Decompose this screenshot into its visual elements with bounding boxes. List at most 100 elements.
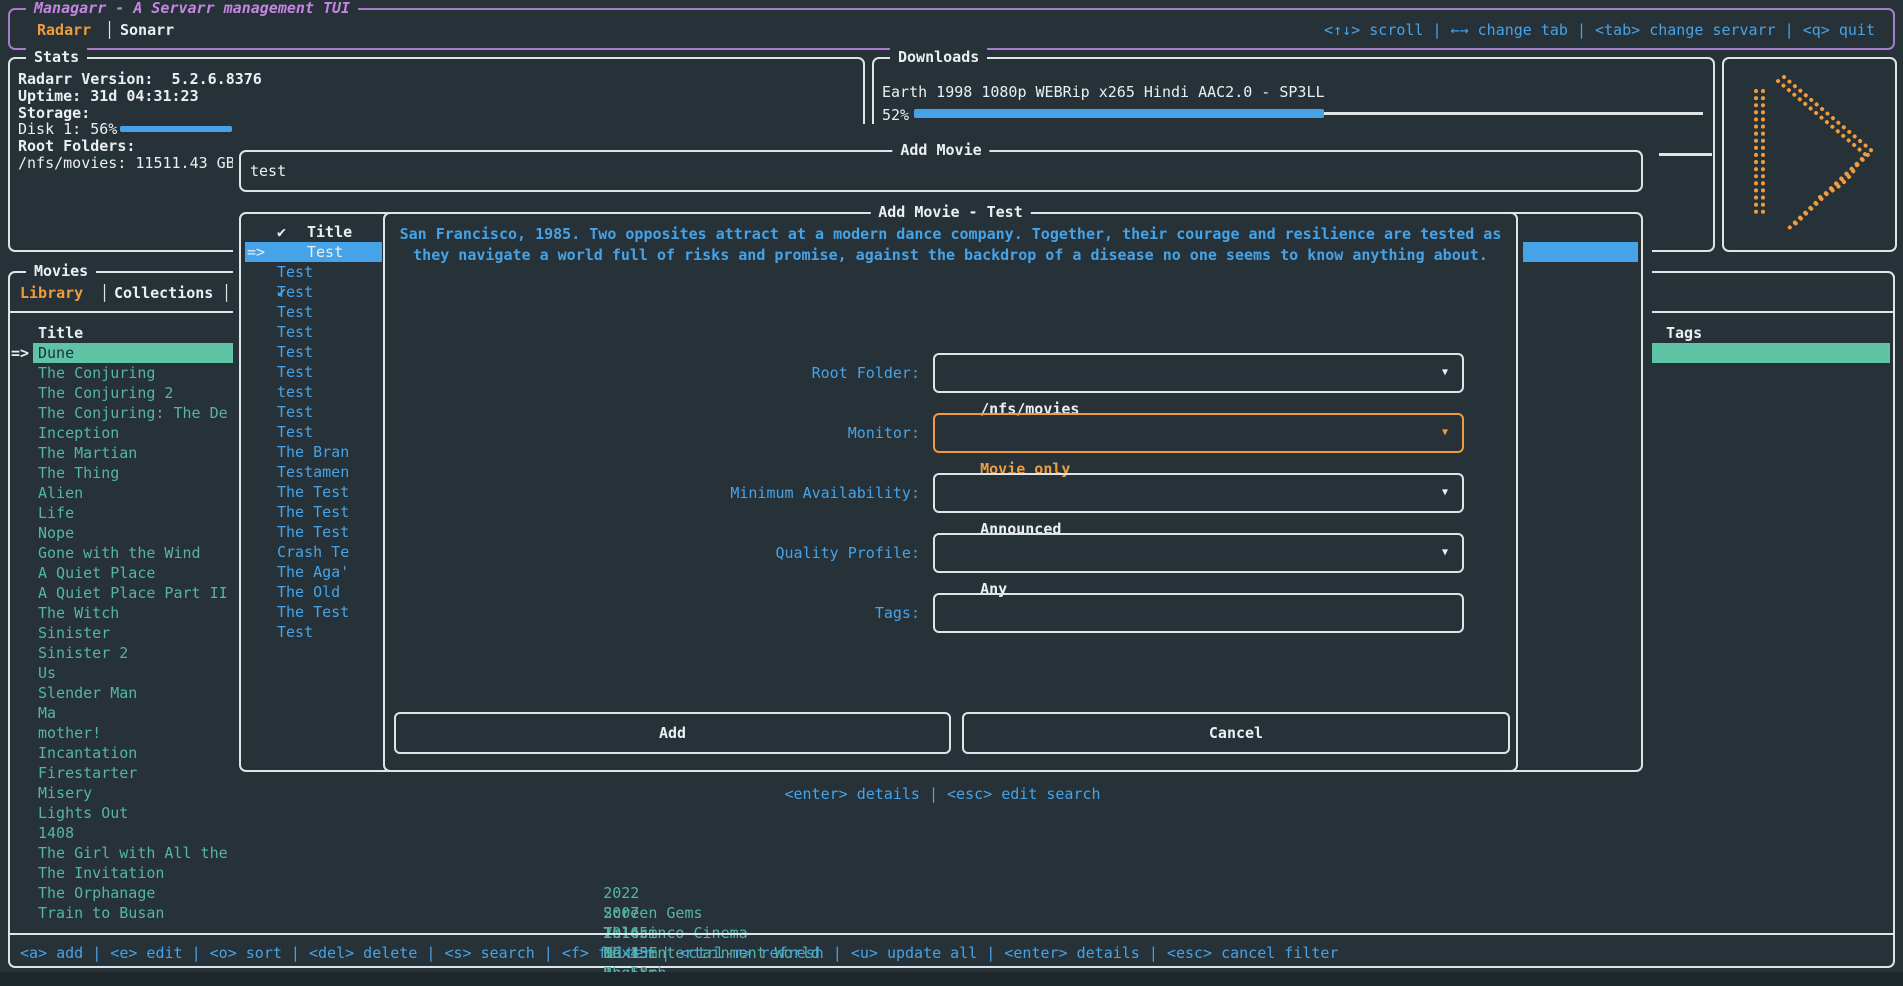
result-title: The Old [277,582,340,602]
result-title: Testamen [277,462,349,482]
collections-tab-divider: │ [222,283,231,303]
result-title: Test [277,622,313,642]
monitored-check-icon [247,322,277,342]
monitored-check-icon [247,422,277,442]
result-title: Test [277,422,313,442]
monitored-check-icon [247,362,277,382]
movie-list-item[interactable]: A Quiet Place Part II [38,583,230,603]
quality-profile-label: Quality Profile: [395,533,920,573]
search-results-list: Test ✔ Test Test Test Test Test test [247,262,381,652]
monitor-dropdown[interactable]: Movie only ▼ [933,413,1464,453]
result-title: Test [277,322,313,342]
tab-radarr[interactable]: Radarr [37,21,91,39]
movie-list-item[interactable]: A Quiet Place [38,563,230,583]
tab-sonarr[interactable]: Sonarr [120,21,174,39]
movie-list-item[interactable]: Inception [38,423,230,443]
movie-list-item[interactable]: Firestarter [38,763,230,783]
movie-year: 2007 [603,903,687,923]
search-result-row[interactable]: test [247,382,381,402]
movie-list-item[interactable]: The Conjuring: The De [38,403,230,423]
downloads-title: Downloads [890,48,987,66]
movie-list-item[interactable]: The Orphanage [38,883,230,903]
movie-list-item[interactable]: mother! [38,723,230,743]
root-folder-label: Root Folder: [395,353,920,393]
search-result-row[interactable]: Test [247,302,381,322]
search-result-row[interactable]: Test [247,422,381,442]
result-title: Crash Te [277,542,349,562]
movie-list-item[interactable]: Gone with the Wind [38,543,230,563]
movie-list-item[interactable]: Life [38,503,230,523]
cancel-button[interactable]: Cancel [962,712,1510,754]
search-result-row[interactable]: The Aga' [247,562,381,582]
movie-list-item[interactable]: The Conjuring 2 [38,383,230,403]
search-result-row[interactable]: The Test [247,522,381,542]
movie-list-item[interactable]: Lights Out [38,803,230,823]
library-tab-divider: │ [100,283,109,303]
search-result-row[interactable]: Test [247,342,381,362]
search-result-row[interactable]: Test [247,622,381,642]
monitored-check-icon [247,582,277,602]
minimum-availability-dropdown[interactable]: Announced ▼ [933,473,1464,513]
movie-list-item[interactable]: 1408 [38,823,230,843]
movie-list-item[interactable]: Ma [38,703,230,723]
monitored-check-icon [247,342,277,362]
movie-list-item[interactable]: Nope [38,523,230,543]
logo-panel [1722,57,1897,252]
tags-input[interactable] [933,593,1464,633]
search-result-row[interactable]: Crash Te [247,542,381,562]
movie-list-item[interactable]: Misery [38,783,230,803]
movie-list-item[interactable]: Train to Busan [38,903,230,923]
movie-list: The ConjuringThe Conjuring 2The Conjurin… [38,363,230,923]
monitored-check-icon [247,462,277,482]
search-result-row[interactable]: The Test [247,502,381,522]
search-result-row[interactable]: The Test [247,482,381,502]
selected-result-title[interactable]: Test [307,242,343,262]
result-title: Test [277,282,313,302]
top-bar: Managarr - A Servarr management TUI Rada… [8,8,1895,50]
movie-cursor: => [11,343,29,363]
movie-list-item[interactable]: The Witch [38,603,230,623]
stat-root-folder: /nfs/movies: 11511.43 GB [18,153,235,173]
search-result-row[interactable]: The Test [247,602,381,622]
search-result-row[interactable]: Test [247,262,381,282]
dropdown-arrow-icon: ▼ [1442,355,1448,391]
dropdown-arrow-icon: ▼ [1442,415,1448,451]
root-folder-dropdown[interactable]: /nfs/movies ▼ [933,353,1464,393]
search-result-row[interactable]: Test [247,362,381,382]
search-result-row[interactable]: The Old [247,582,381,602]
movie-list-item[interactable]: Sinister [38,623,230,643]
app-title: Managarr - A Servarr management TUI [26,0,358,17]
movie-list-item[interactable]: Alien [38,483,230,503]
tab-library[interactable]: Library [20,283,83,303]
search-result-row[interactable]: Test [247,402,381,422]
tab-collections[interactable]: Collections [114,283,213,303]
movie-list-item[interactable]: The Conjuring [38,363,230,383]
monitored-check-icon [247,482,277,502]
movie-list-item[interactable]: The Invitation [38,863,230,883]
monitored-check-icon [247,502,277,522]
quality-profile-dropdown[interactable]: Any ▼ [933,533,1464,573]
disk-usage-bar [120,126,232,132]
add-movie-search-box[interactable]: Add Movie test [239,150,1643,192]
search-result-row[interactable]: Test [247,322,381,342]
selected-movie-title[interactable]: Dune [38,343,74,363]
movie-list-item[interactable]: The Girl with All the [38,843,230,863]
movie-list-item[interactable]: Incantation [38,743,230,763]
keybar-divider-line [10,933,1893,935]
add-button[interactable]: Add [394,712,951,754]
search-result-row[interactable]: ✔ Test [247,282,381,302]
movie-list-item[interactable]: The Thing [38,463,230,483]
tags-label: Tags: [395,593,920,633]
result-title: The Bran [277,442,349,462]
movie-list-item[interactable]: Slender Man [38,683,230,703]
movie-detail-row[interactable]: 2022 Screen Gems 1h 45m PG-13 English 1.… [549,863,845,883]
monitored-check-icon [247,522,277,542]
movie-list-item[interactable]: Sinister 2 [38,643,230,663]
movie-list-item[interactable]: Us [38,663,230,683]
movie-list-item[interactable]: The Martian [38,443,230,463]
search-input-value[interactable]: test [250,161,286,181]
monitored-check-icon: ✔ [247,282,277,302]
search-result-row[interactable]: The Bran [247,442,381,462]
download-item-name[interactable]: Earth 1998 1080p WEBRip x265 Hindi AAC2.… [882,82,1325,102]
search-result-row[interactable]: Testamen [247,462,381,482]
